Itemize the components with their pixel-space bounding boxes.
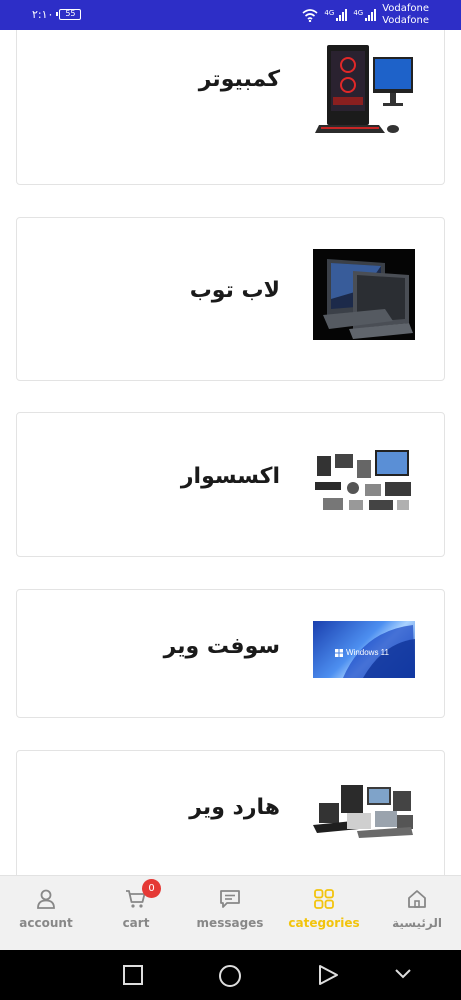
windows-logo-icon [335, 648, 343, 657]
carrier-names: Vodafone Vodafone [382, 3, 429, 27]
status-time: ٢:١٠ [32, 8, 54, 21]
home-icon [408, 890, 426, 908]
nav-label: messages [196, 916, 264, 930]
home-circle-icon[interactable] [218, 964, 242, 988]
carrier-name: Vodafone [382, 3, 429, 14]
category-card-laptop[interactable]: لاب توب [16, 217, 445, 381]
category-title: سوفت وير [163, 634, 280, 659]
signal-icon: 4G [324, 9, 348, 21]
grid-icon [314, 889, 334, 909]
cart-badge: 0 [142, 879, 161, 898]
category-list[interactable]: كمبيوتر لاب توب اكسسوار سوفت وير Windows… [0, 30, 461, 875]
category-card-hardware[interactable]: هارد وير [16, 750, 445, 875]
nav-label: account [19, 916, 73, 930]
desktop-computer-image [315, 45, 413, 133]
status-right: 4G 4G Vodafone Vodafone [302, 3, 429, 27]
status-bar: ٢:١٠ 55 4G 4G Vodafone Vodafone [0, 0, 461, 30]
back-icon[interactable] [317, 964, 339, 986]
nav-item-account[interactable]: account [0, 888, 92, 930]
nav-item-cart[interactable]: 0 cart [90, 879, 182, 930]
wifi-icon [302, 8, 318, 22]
nav-label: الرئيسية [392, 916, 442, 930]
user-icon [37, 889, 55, 909]
category-title: اكسسوار [180, 464, 280, 489]
nav-item-messages[interactable]: messages [184, 888, 276, 930]
signal-icon: 4G [353, 9, 377, 21]
network-label: 4G [324, 9, 335, 17]
accessories-image [313, 448, 415, 514]
hide-keyboard-icon[interactable] [393, 966, 413, 982]
system-nav-bar [0, 950, 461, 1000]
nav-label: cart [122, 916, 150, 930]
message-icon [220, 890, 240, 908]
laptop-image [313, 249, 415, 340]
network-label: 4G [353, 9, 364, 17]
windows-software-image: Windows 11 [313, 621, 415, 678]
windows-version-text: Windows 11 [346, 648, 389, 657]
category-title: لاب توب [189, 278, 280, 303]
category-card-software[interactable]: سوفت وير Windows 11 [16, 589, 445, 718]
carrier-name: Vodafone [382, 15, 429, 26]
category-title: كمبيوتر [198, 67, 280, 92]
screen: ٢:١٠ 55 4G 4G Vodafone Vodafone كمبيوتر … [0, 0, 461, 1000]
nav-item-categories[interactable]: categories [278, 888, 370, 930]
battery-icon: 55 [56, 9, 82, 20]
status-left: ٢:١٠ 55 [32, 8, 82, 21]
nav-label: categories [288, 916, 360, 930]
recent-apps-icon[interactable] [122, 964, 144, 986]
bottom-nav: account 0 cart messages categories الرئي… [0, 875, 461, 950]
hardware-image [313, 781, 415, 839]
category-card-accessories[interactable]: اكسسوار [16, 412, 445, 557]
category-title: هارد وير [189, 795, 280, 820]
category-card-computer[interactable]: كمبيوتر [16, 30, 445, 185]
nav-item-home[interactable]: الرئيسية [371, 888, 461, 930]
windows-logo-label: Windows 11 [335, 648, 389, 657]
